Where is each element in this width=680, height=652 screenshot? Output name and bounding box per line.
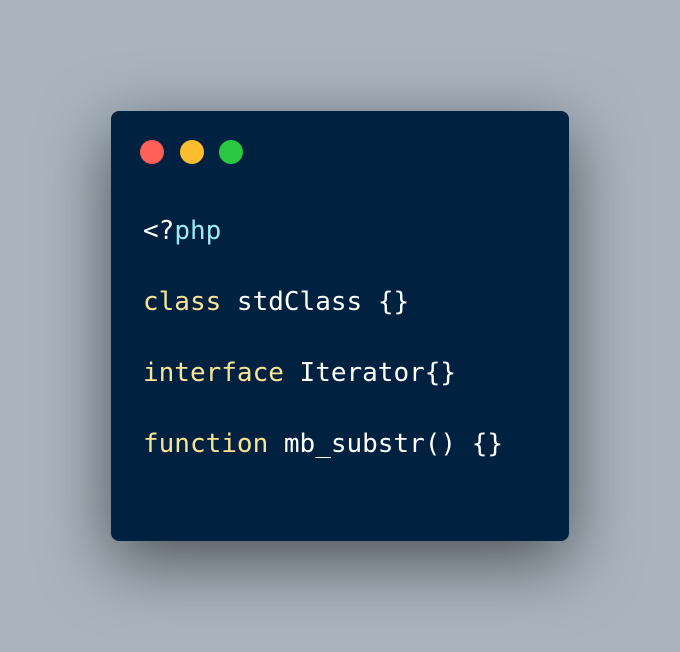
keyword-function: function [143, 429, 269, 459]
minimize-dot-icon[interactable] [180, 140, 204, 164]
function-declaration: mb_substr() {} [268, 429, 504, 459]
code-window: <?php class stdClass {} interface Iterat… [111, 111, 569, 541]
keyword-class: class [143, 287, 222, 317]
code-block: <?php class stdClass {} interface Iterat… [143, 211, 503, 459]
php-open-bracket: <? [143, 216, 175, 246]
keyword-interface: interface [143, 358, 284, 388]
php-tag-name: php [174, 216, 222, 246]
close-dot-icon[interactable] [140, 140, 164, 164]
interface-declaration: Iterator{} [283, 358, 457, 388]
maximize-dot-icon[interactable] [219, 140, 243, 164]
code-line-class: class stdClass {} [143, 286, 409, 318]
class-declaration: stdClass {} [221, 287, 410, 317]
code-line-interface: interface Iterator{} [143, 357, 456, 389]
code-line-function: function mb_substr() {} [143, 428, 503, 460]
code-line-php-open-tag: <?php [143, 215, 221, 247]
